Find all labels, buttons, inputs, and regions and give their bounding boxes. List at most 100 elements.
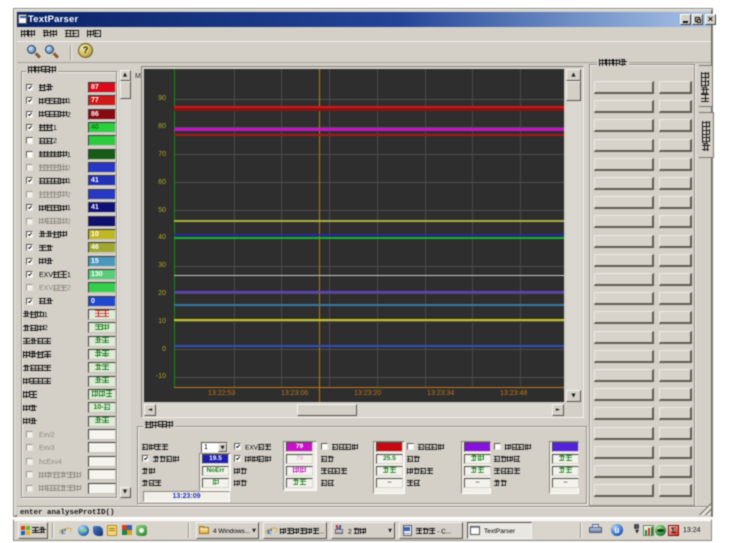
outdoor-checkbox[interactable] [26, 431, 33, 438]
curve-slot-button[interactable] [594, 273, 654, 286]
curve-slot-small-button[interactable] [659, 139, 692, 152]
scroll-up-button[interactable]: ▲ [120, 70, 131, 81]
indoor-checkbox[interactable] [321, 443, 328, 450]
curve-slot-button[interactable] [594, 119, 654, 132]
quick-launch-green-app-icon[interactable] [136, 525, 148, 537]
scroll-up-button[interactable]: ▲ [566, 69, 581, 81]
curve-slot-small-button[interactable] [659, 446, 692, 459]
zoom-in-button[interactable] [26, 44, 42, 60]
outdoor-checkbox[interactable] [26, 231, 33, 238]
outdoor-checkbox[interactable] [26, 298, 33, 305]
outdoor-checkbox[interactable] [26, 177, 33, 184]
curve-slot-small-button[interactable] [659, 119, 692, 132]
curve-slot-small-button[interactable] [659, 465, 692, 478]
title-bar[interactable]: TextParser × [17, 12, 711, 27]
chart-vertical-scrollbar[interactable]: ▲▼ [566, 69, 581, 402]
curve-slot-button[interactable] [594, 100, 654, 113]
task-button[interactable]: TextParser [467, 522, 532, 539]
scroll-down-button[interactable]: ▼ [120, 487, 131, 498]
outdoor-checkbox[interactable] [26, 485, 33, 492]
task-dropdown-arrow[interactable]: ▼ [252, 528, 256, 534]
outdoor-checkbox[interactable] [26, 191, 33, 198]
indoor-checkbox[interactable] [234, 443, 241, 450]
task-button[interactable]: 4 Windows...▼ [196, 522, 259, 539]
outdoor-checkbox[interactable] [26, 124, 33, 131]
curve-slot-small-button[interactable] [659, 427, 692, 440]
quick-launch-media-app-icon[interactable] [122, 525, 134, 537]
task-button[interactable]: - C... [399, 522, 463, 539]
outdoor-checkbox[interactable] [26, 244, 33, 251]
curve-slot-small-button[interactable] [659, 369, 692, 382]
outdoor-checkbox[interactable] [26, 137, 33, 144]
curve-slot-button[interactable] [594, 177, 654, 190]
curve-slot-button[interactable] [594, 465, 654, 478]
outdoor-checkbox[interactable] [26, 111, 33, 118]
curve-slot-button[interactable] [594, 81, 654, 94]
minimize-button[interactable] [680, 14, 691, 25]
scrollbar-thumb[interactable] [566, 81, 581, 101]
curve-slot-button[interactable] [594, 427, 654, 440]
curve-slot-button[interactable] [594, 235, 654, 248]
tray-hidden-chevron[interactable]: ▼ [632, 524, 641, 536]
task-button[interactable]: e... [263, 522, 327, 539]
curve-slot-small-button[interactable] [659, 292, 692, 305]
curve-slot-button[interactable] [594, 254, 654, 267]
curve-slot-small-button[interactable] [659, 177, 692, 190]
curve-slot-button[interactable] [594, 350, 654, 363]
start-button[interactable] [18, 522, 48, 539]
curve-slot-button[interactable] [594, 158, 654, 171]
curve-slot-button[interactable] [594, 407, 654, 420]
curve-slot-small-button[interactable] [659, 196, 692, 209]
scrollbar-track[interactable] [120, 70, 131, 498]
curve-slot-button[interactable] [594, 139, 654, 152]
tray-blue-disc[interactable]: u [611, 524, 624, 537]
menu-item[interactable] [43, 29, 58, 38]
chart-horizontal-scrollbar[interactable]: ◄► [144, 404, 564, 416]
tray-printer[interactable] [589, 524, 603, 537]
task-dropdown-arrow[interactable]: ▼ [388, 528, 392, 534]
tray-red-ime[interactable]: Σ [668, 525, 680, 537]
combo-dropdown-button[interactable]: ▼ [218, 443, 227, 452]
chart-plot-area[interactable]: 9080706050403020100-1013:22:5313:23:0613… [144, 69, 564, 402]
outdoor-checkbox[interactable] [26, 458, 33, 465]
scroll-right-button[interactable]: ► [552, 404, 564, 416]
help-button[interactable]: ? [78, 43, 93, 58]
scrollbar-track[interactable] [566, 69, 581, 402]
quick-launch-dark-blue-app-icon[interactable] [93, 525, 105, 537]
curve-slot-button[interactable] [594, 215, 654, 228]
tray-green-chart[interactable] [643, 525, 655, 537]
task-button[interactable]: 2 ▼ [331, 522, 395, 539]
outdoor-checkbox[interactable] [26, 164, 33, 171]
curve-slot-small-button[interactable] [659, 158, 692, 171]
indoor-address-combo[interactable]: 1▼ [201, 442, 228, 453]
curve-slot-small-button[interactable] [659, 311, 692, 324]
indoor-checkbox[interactable] [494, 443, 501, 450]
indoor-checkbox[interactable] [142, 455, 149, 462]
curve-slot-button[interactable] [594, 369, 654, 382]
zoom-out-button[interactable] [44, 44, 60, 60]
restore-button[interactable] [692, 14, 703, 25]
menu-item[interactable] [87, 29, 102, 38]
outdoor-checkbox[interactable] [26, 284, 33, 291]
tab-realtime-text[interactable] [699, 65, 713, 107]
tray-green-sphere[interactable] [655, 525, 667, 537]
outdoor-checkbox[interactable] [26, 258, 33, 265]
curve-slot-small-button[interactable] [659, 235, 692, 248]
scrollbar-thumb[interactable] [120, 81, 131, 99]
curve-slot-small-button[interactable] [659, 215, 692, 228]
outdoor-checkbox[interactable] [26, 471, 33, 478]
curve-slot-small-button[interactable] [659, 484, 692, 497]
outdoor-checkbox[interactable] [26, 204, 33, 211]
indoor-checkbox[interactable] [407, 443, 414, 450]
scroll-down-button[interactable]: ▼ [566, 390, 581, 402]
tab-realtime-curve[interactable] [699, 112, 714, 158]
outdoor-checkbox[interactable] [26, 271, 33, 278]
scroll-left-button[interactable]: ◄ [144, 404, 156, 416]
curve-slot-button[interactable] [594, 196, 654, 209]
curve-slot-small-button[interactable] [659, 100, 692, 113]
scrollbar-thumb[interactable] [297, 404, 357, 416]
curve-slot-small-button[interactable] [659, 273, 692, 286]
menu-item[interactable] [21, 29, 36, 38]
curve-slot-button[interactable] [594, 331, 654, 344]
curve-slot-small-button[interactable] [659, 331, 692, 344]
